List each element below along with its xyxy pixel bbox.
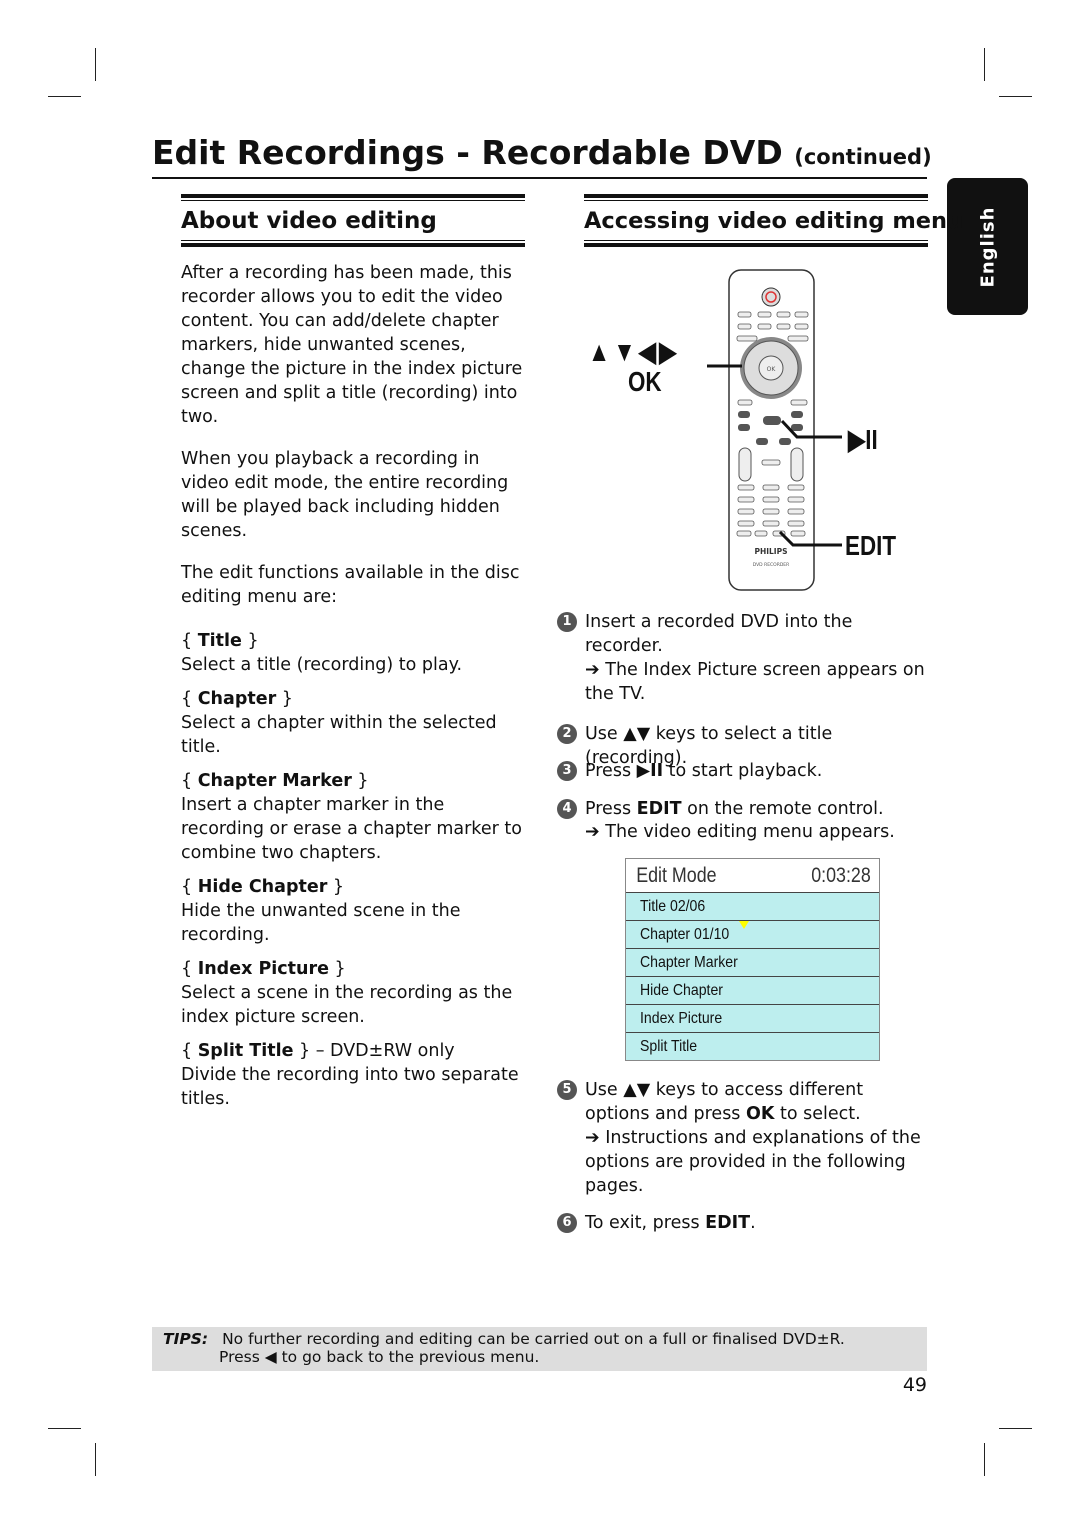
edit-option: { Hide Chapter } Hide the unwanted scene … (181, 877, 461, 945)
crop-mark (48, 1428, 81, 1429)
marker-triangle-icon (739, 921, 749, 929)
edit-option: { Split Title } – DVD±RW only Divide the … (181, 1041, 519, 1109)
menu-row[interactable]: Chapter 01/10 (626, 920, 879, 948)
crop-mark (48, 96, 81, 97)
step-number: 3 (557, 761, 577, 781)
svg-text:OK: OK (767, 366, 777, 373)
brand-logo: PHILIPS (754, 547, 787, 556)
step-number: 5 (557, 1080, 577, 1100)
section-heading: Accessing video editing menu (584, 208, 964, 234)
step-4: 4 Press EDIT on the remote control. ➔ The … (557, 797, 929, 843)
paragraph: After a recording has been made, this re… (181, 263, 523, 427)
crop-mark (984, 48, 985, 81)
result-arrow-icon: ➔ (585, 660, 600, 680)
left-column: After a recording has been made, this re… (181, 261, 526, 1121)
crop-mark (999, 96, 1032, 97)
menu-row[interactable]: Index Picture (626, 1004, 879, 1032)
language-tab: English (947, 178, 1028, 315)
step-number: 4 (557, 799, 577, 819)
page-title: Edit Recordings - Recordable DVD (contin… (152, 133, 932, 172)
step-5: 5 Use ▲▼ keys to access different options… (557, 1078, 929, 1198)
menu-row[interactable]: Title 02/06 (626, 892, 879, 920)
step-6: 6 To exit, press EDIT. (557, 1211, 929, 1235)
menu-time: 0:03:28 (811, 863, 871, 887)
menu-title: Edit Mode (636, 863, 717, 887)
edit-option: { Index Picture } Select a scene in the r… (181, 959, 513, 1027)
menu-row[interactable]: Split Title (626, 1032, 879, 1060)
page-number: 49 (902, 1374, 927, 1396)
crop-mark (999, 1428, 1032, 1429)
tips-box: TIPS: No further recording and editing ca… (152, 1327, 927, 1371)
callout-ok: OK (628, 366, 662, 397)
crop-mark (95, 1443, 96, 1476)
edit-option: { Chapter } Select a chapter within the s… (181, 689, 497, 757)
result-arrow-icon: ➔ (585, 822, 600, 842)
menu-row[interactable]: Chapter Marker (626, 948, 879, 976)
step-1: 1 Insert a recorded DVD into the recorder… (557, 610, 929, 706)
title-rule (152, 177, 927, 179)
callout-arrow-keys: ▲▼◀▶ (588, 336, 680, 367)
paragraph: When you playback a recording in video e… (181, 449, 509, 541)
svg-text:DVD RECORDER: DVD RECORDER (753, 562, 790, 568)
section-heading: About video editing (181, 208, 437, 234)
step-number: 1 (557, 612, 577, 632)
step-number: 6 (557, 1213, 577, 1233)
edit-option: { Title } Select a title (recording) to p… (181, 631, 463, 675)
callout-edit: EDIT (845, 530, 897, 561)
section-header-right: Accessing video editing menu (584, 194, 964, 247)
step-number: 2 (557, 724, 577, 744)
section-header-left: About video editing (181, 194, 525, 247)
paragraph: The edit functions available in the disc… (181, 563, 520, 607)
edit-mode-menu: Edit Mode 0:03:28 Title 02/06 Chapter 01/1… (625, 858, 880, 1061)
callout-play-pause: ▶II (848, 424, 878, 455)
step-3: 3 Press ▶II to start playback. (557, 759, 929, 783)
crop-mark (984, 1443, 985, 1476)
edit-option: { Chapter Marker } Insert a chapter marke… (181, 771, 522, 863)
menu-row[interactable]: Hide Chapter (626, 976, 879, 1004)
result-arrow-icon: ➔ (585, 1128, 600, 1148)
crop-mark (95, 48, 96, 81)
